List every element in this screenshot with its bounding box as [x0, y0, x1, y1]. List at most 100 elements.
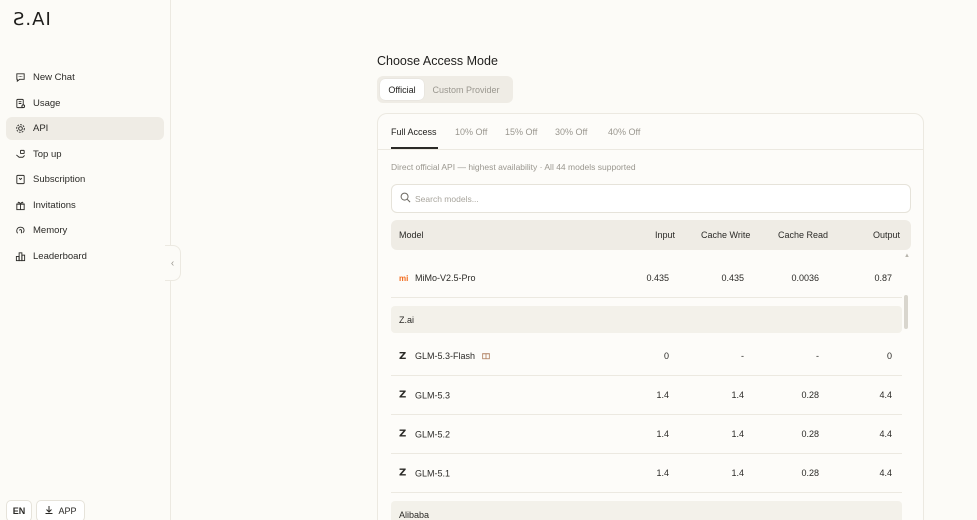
model-name-cell: Z GLM-5.2 [399, 429, 450, 440]
discount-tabs: Full Access 10% Off 15% Off 30% Off 40% … [378, 114, 923, 150]
input-cell: 1.4 [656, 390, 669, 400]
tab-10-off[interactable]: 10% Off [455, 127, 487, 137]
sidebar-item-label: Top up [33, 148, 62, 160]
column-model: Model [399, 230, 424, 240]
sidebar-item-label: Memory [33, 225, 68, 236]
zai-logo-icon: Z [399, 350, 407, 362]
model-name: MiMo-V2.5-Pro [415, 273, 476, 283]
cache-write-cell: 0.435 [721, 273, 744, 283]
sidebar-item-memory[interactable]: Memory [6, 219, 164, 242]
tab-30-off[interactable]: 30% Off [555, 127, 587, 137]
mode-custom-provider-button[interactable]: Custom Provider [424, 79, 508, 100]
input-cell: 0.435 [646, 273, 669, 283]
gift-icon [481, 350, 491, 362]
leaderboard-icon [15, 251, 26, 262]
access-mode-toggle: Official Custom Provider [377, 76, 513, 103]
language-button[interactable]: EN [6, 500, 32, 520]
cache-read-cell: 0.28 [801, 468, 819, 478]
download-icon [44, 505, 54, 517]
access-description: Direct official API — highest availabili… [391, 162, 636, 172]
models-card: Full Access 10% Off 15% Off 30% Off 40% … [377, 113, 924, 520]
model-name-cell: Z GLM-5.3-Flash [399, 350, 491, 362]
column-output: Output [873, 230, 901, 240]
column-cache-read: Cache Read [778, 230, 829, 240]
mode-official-button[interactable]: Official [380, 79, 424, 100]
topup-icon [15, 149, 26, 160]
column-input: Input [655, 230, 676, 240]
sidebar-item-leaderboard[interactable]: Leaderboard [6, 245, 164, 268]
cache-write-cell: - [741, 351, 744, 361]
model-name-cell: mi MiMo-V2.5-Pro [399, 273, 476, 283]
zai-logo-icon: Z [399, 467, 407, 479]
download-app-button[interactable]: APP [36, 500, 85, 520]
app-label: APP [58, 506, 77, 516]
cache-write-cell: 1.4 [731, 468, 744, 478]
sidebar-item-invitations[interactable]: Invitations [6, 194, 164, 217]
provider-group-label: Z.ai [399, 314, 415, 325]
scrollbar-thumb[interactable] [904, 295, 908, 329]
tab-15-off[interactable]: 15% Off [505, 127, 537, 137]
output-cell: 0.87 [874, 273, 892, 283]
cache-write-cell: 1.4 [731, 390, 744, 400]
provider-group-label: Alibaba [399, 509, 430, 520]
cache-read-cell: - [816, 351, 819, 361]
output-cell: 4.4 [879, 429, 892, 439]
table-header: Model Input Cache Write Cache Read Outpu… [391, 220, 911, 250]
chat-icon [15, 72, 26, 83]
model-name: GLM-5.3 [415, 390, 451, 400]
model-name: GLM-5.1 [415, 468, 451, 478]
sidebar-nav: New Chat Usage API Top up Subscription Invita… [6, 66, 164, 270]
cache-read-cell: 0.0036 [791, 273, 819, 283]
cache-read-cell: 0.28 [801, 390, 819, 400]
table-row[interactable]: Z GLM-5.1 1.4 1.4 0.28 4.4 [391, 454, 902, 493]
table-row[interactable]: Z GLM-5.2 1.4 1.4 0.28 4.4 [391, 415, 902, 454]
collapse-sidebar-button[interactable]: ‹ [165, 245, 181, 281]
logo: Ƨ.AI [13, 9, 52, 30]
api-icon [15, 123, 26, 134]
model-name-cell: Z GLM-5.3 [399, 390, 450, 401]
sidebar-item-subscription[interactable]: Subscription [6, 168, 164, 191]
table-row[interactable]: Z GLM-5.3-Flash 0 - - 0 [391, 337, 902, 376]
model-name: GLM-5.3-Flash [415, 351, 476, 361]
gift-icon [15, 200, 26, 211]
input-cell: 1.4 [656, 468, 669, 478]
output-cell: 4.4 [879, 468, 892, 478]
input-cell: 0 [663, 351, 669, 361]
provider-group-header: Alibaba [391, 501, 902, 520]
input-cell: 1.4 [656, 429, 669, 439]
sidebar-item-label: Invitations [33, 199, 76, 211]
active-tab-indicator [391, 147, 438, 149]
zai-logo-icon: Z [399, 389, 407, 401]
tab-40-off[interactable]: 40% Off [608, 127, 640, 137]
search-icon [400, 190, 415, 208]
cache-read-cell: 0.28 [801, 429, 819, 439]
sidebar: Ƨ.AI New Chat Usage API Top up Subscription I… [0, 0, 171, 520]
zai-logo-icon: Z [399, 428, 407, 440]
output-cell: 4.4 [879, 390, 892, 400]
tab-full-access[interactable]: Full Access [391, 127, 437, 137]
page-title: Choose Access Mode [377, 54, 498, 68]
search-box[interactable] [391, 184, 911, 213]
output-cell: 0 [886, 351, 892, 361]
subscription-icon [15, 174, 26, 185]
memory-icon [15, 225, 26, 236]
sidebar-item-usage[interactable]: Usage [6, 92, 164, 115]
sidebar-item-label: Subscription [33, 174, 86, 185]
provider-group-header: Z.ai [391, 306, 902, 333]
cache-write-cell: 1.4 [731, 429, 744, 439]
model-name-cell: Z GLM-5.1 [399, 468, 450, 479]
sidebar-item-label: Usage [33, 97, 61, 109]
sidebar-item-new-chat[interactable]: New Chat [6, 66, 164, 89]
sidebar-item-label: API [33, 123, 49, 134]
table-row[interactable]: Z GLM-5.3 1.4 1.4 0.28 4.4 [391, 376, 902, 415]
search-input[interactable] [415, 193, 895, 204]
model-name: GLM-5.2 [415, 429, 451, 439]
column-cache-write: Cache Write [701, 230, 751, 240]
sidebar-item-label: New Chat [33, 72, 75, 83]
sidebar-item-top-up[interactable]: Top up [6, 143, 164, 166]
sidebar-item-api[interactable]: API [6, 117, 164, 140]
xiaomi-logo-icon: mi [399, 273, 409, 283]
sidebar-item-label: Leaderboard [33, 250, 87, 262]
table-row[interactable]: mi MiMo-V2.5-Pro 0.435 0.435 0.0036 0.87 [391, 259, 902, 298]
scroll-up-arrow[interactable]: ▲ [904, 253, 910, 259]
